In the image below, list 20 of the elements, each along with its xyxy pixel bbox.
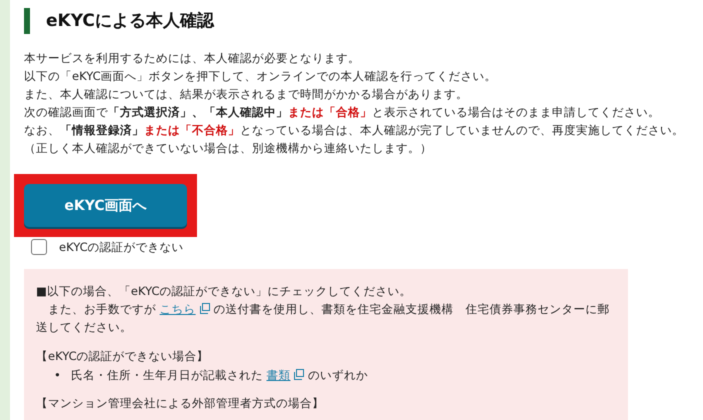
section-heading: eKYCによる本人確認: [24, 8, 703, 34]
intro-text: （正しく本人確認ができていない場合は、別途機構から連絡いたします。）: [24, 140, 433, 157]
notice-text: また、お手数ですが こちら の送付書を使用し、書類を住宅金融支援機構 住宅債券事務センターに郵送してください。: [36, 301, 610, 336]
bullet: •: [54, 367, 61, 383]
ekyc-button[interactable]: eKYC画面へ: [24, 184, 187, 227]
external-link-icon: [198, 303, 210, 314]
intro-text: なお、「情報登録済」または「不合格」となっている場合は、本人確認が完了していませんので、再度実施してください。: [24, 122, 685, 139]
intro-text: 本サービスを利用するためには、本人確認が必要となります。: [24, 50, 361, 67]
link[interactable]: 書類: [266, 368, 304, 382]
checkbox-label[interactable]: eKYCの認証ができない: [59, 240, 184, 254]
external-link-icon: [293, 369, 304, 380]
checkbox[interactable]: [31, 239, 47, 255]
intro-text: 以下の「eKYC画面へ」ボタンを押下して、オンラインでの本人確認を行ってください。: [24, 68, 498, 85]
intro-text: また、本人確認については、結果が表示されるまで時間がかかる場合があります。: [24, 86, 469, 103]
notice-text: ■以下の場合、「eKYCの認証ができない」にチェックしてください。: [36, 283, 412, 300]
notice-heading: 【eKYCの認証ができない場合】: [36, 348, 210, 364]
list-item: 氏名・住所・生年月日が記載された 書類 のいずれか: [70, 367, 368, 383]
intro-text: 次の確認画面で「方式選択済」、「本人確認中」または「合格」と表示されている場合はそのまま申請してください。: [24, 104, 661, 121]
notice-heading: 【マンション管理会社による外部管理者方式の場合】: [36, 395, 325, 411]
link[interactable]: こちら: [160, 302, 210, 316]
